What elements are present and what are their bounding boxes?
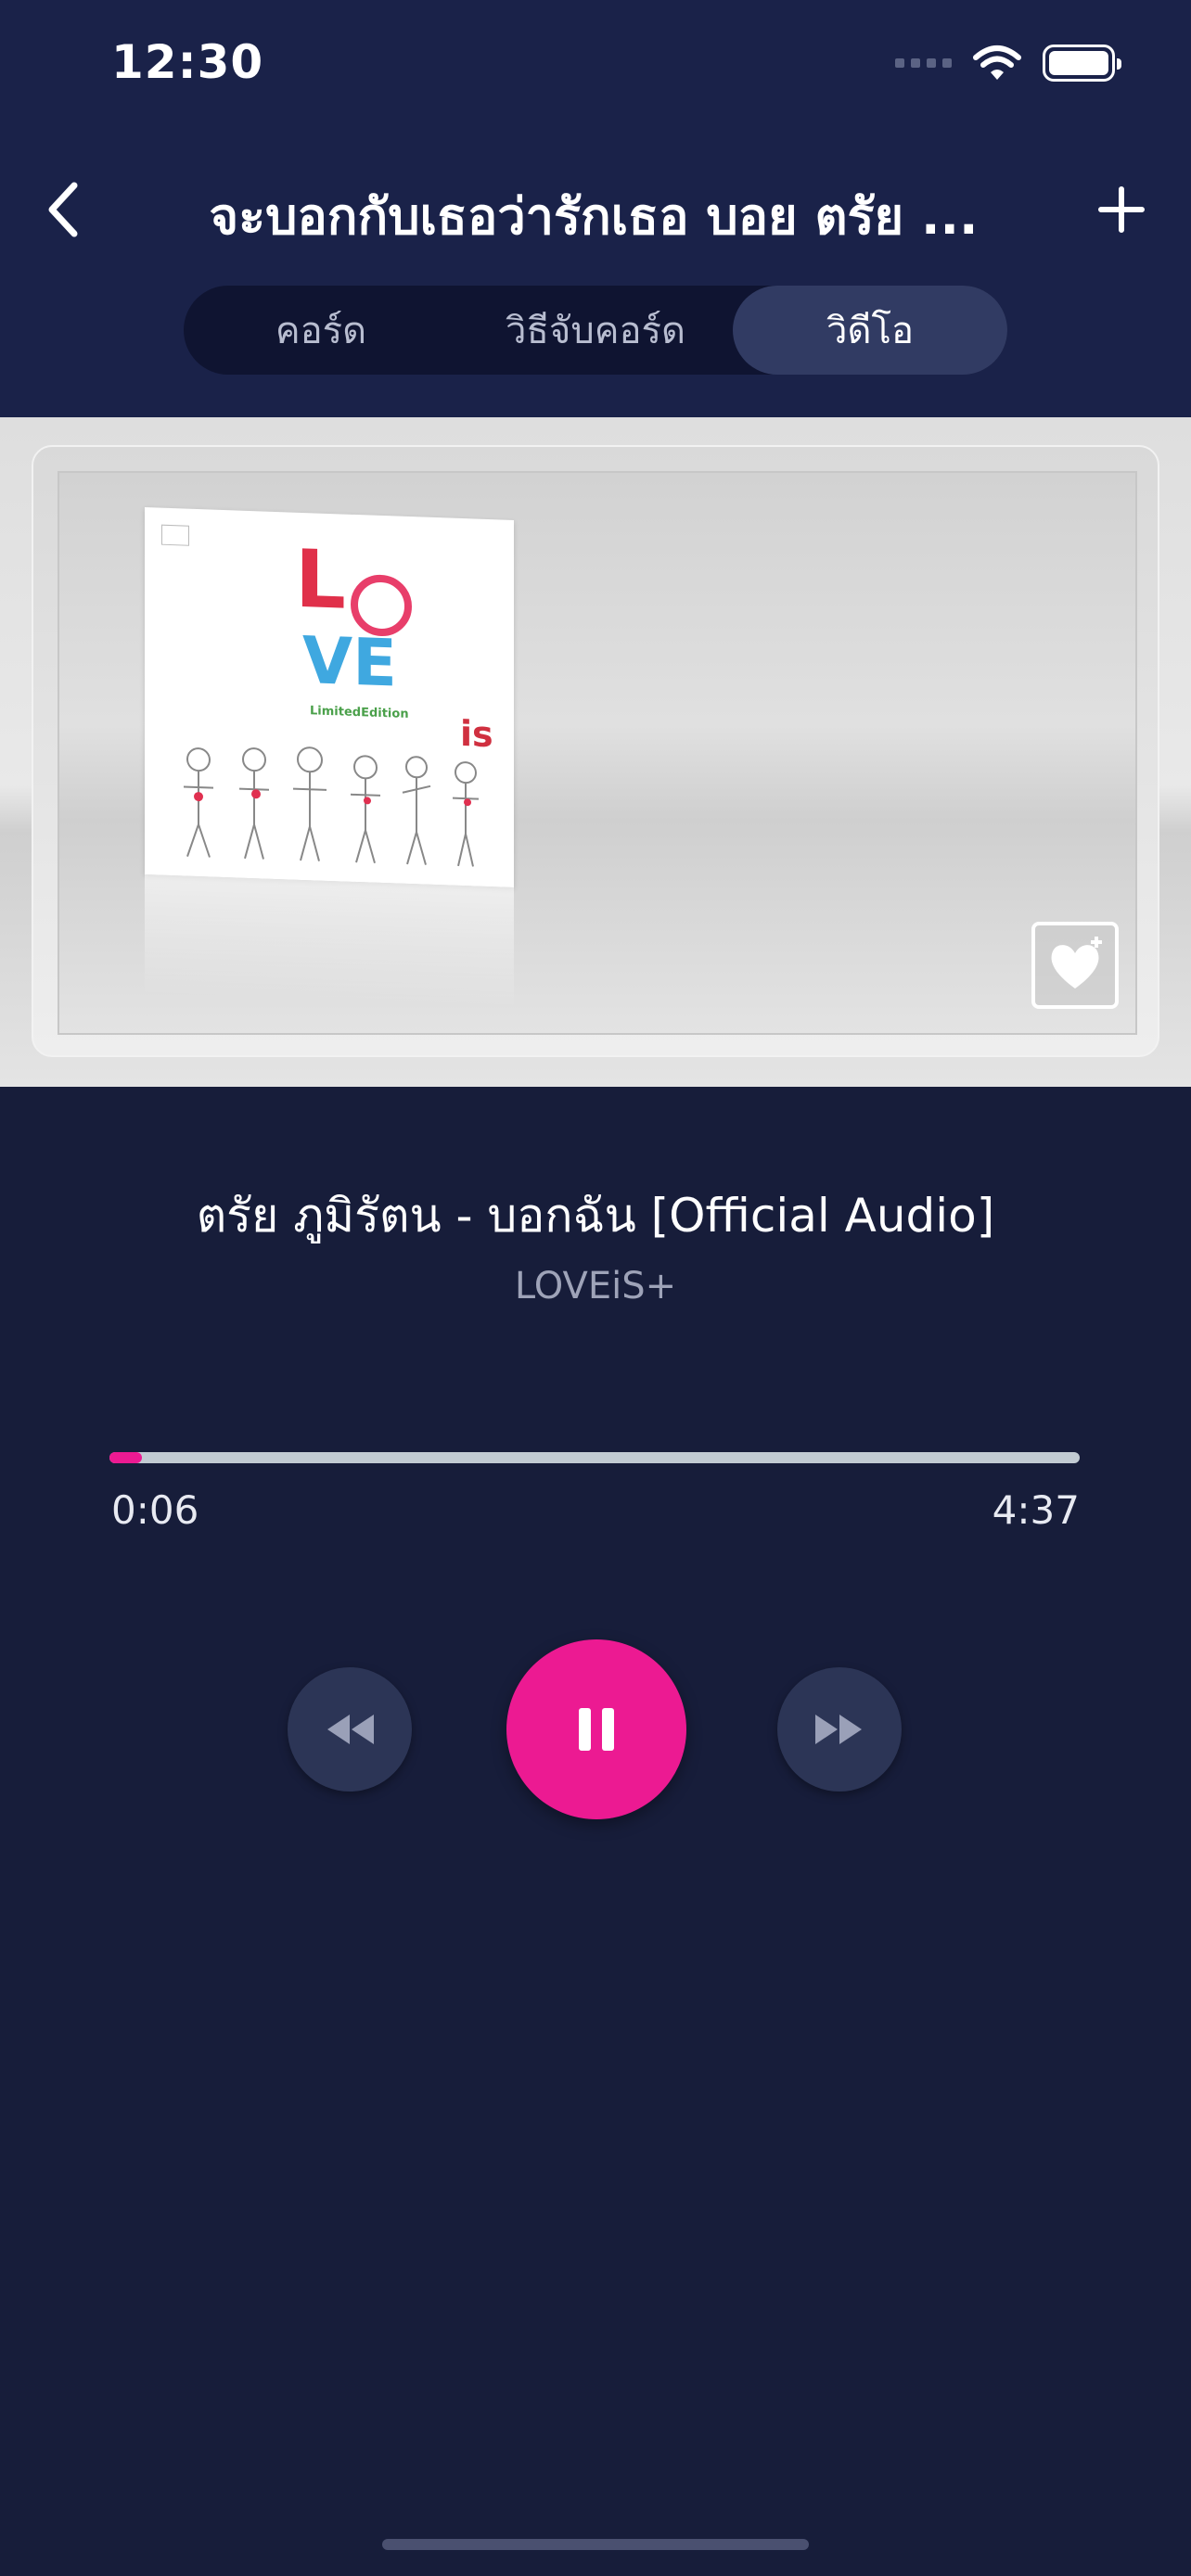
header: 12:30 จะบอกกับเธอว่ารักเธอ บอย ตรัย ... (0, 0, 1191, 417)
tab-chord-diagrams[interactable]: วิธีจับคอร์ด (458, 286, 733, 375)
status-time: 12:30 (111, 35, 264, 89)
back-button[interactable] (35, 172, 91, 247)
home-indicator[interactable] (382, 2539, 809, 2550)
track-title: ตรัย ภูมิรัตน - บอกฉัน [Official Audio] (196, 1189, 995, 1243)
video-frame: L VE LimitedEdition is (32, 445, 1159, 1057)
tab-chords[interactable]: คอร์ด (184, 286, 458, 375)
status-icons (895, 45, 1121, 82)
wifi-icon (973, 45, 1021, 80)
video-thumbnail: L VE LimitedEdition is (58, 471, 1137, 1035)
progress-bar[interactable] (109, 1452, 1080, 1463)
rewind-button[interactable] (288, 1667, 412, 1792)
total-time: 4:37 (992, 1487, 1080, 1533)
track-artist[interactable]: LOVEiS+ (0, 1265, 1191, 1307)
page-title: จะบอกกับเธอว่ารักเธอ บอย ตรัย ... (209, 187, 979, 246)
add-button[interactable] (1089, 172, 1154, 247)
fast-forward-button[interactable] (777, 1667, 902, 1792)
poster-edition: LimitedEdition (310, 704, 409, 721)
album-cover: L VE LimitedEdition is (145, 507, 514, 887)
elapsed-time: 0:06 (111, 1487, 199, 1533)
tab-bar: คอร์ด วิธีจับคอร์ด วิดีโอ (184, 286, 1007, 375)
fast-forward-icon (815, 1715, 862, 1744)
pause-icon (579, 1708, 614, 1751)
poster-is: is (460, 712, 493, 756)
poster-love-l: L (295, 532, 346, 628)
tab-video[interactable]: วิดีโอ (733, 286, 1007, 375)
plus-icon (1098, 186, 1145, 233)
poster-corner-label (161, 524, 189, 546)
loveis-logo-icon (1031, 922, 1119, 1009)
rewind-icon (327, 1715, 374, 1744)
signal-icon (895, 58, 952, 68)
chevron-left-icon (48, 182, 78, 237)
poster-love-ve: VE (302, 621, 397, 702)
progress-fill (109, 1452, 142, 1463)
video-player-screen: 12:30 จะบอกกับเธอว่ารักเธอ บอย ตรัย ... (0, 0, 1191, 2576)
battery-icon (1043, 45, 1121, 82)
poster-people-illustration (184, 746, 479, 867)
video-player[interactable]: L VE LimitedEdition is (0, 417, 1191, 1087)
album-cover-reflection (145, 874, 514, 1008)
pause-button[interactable] (506, 1639, 686, 1819)
